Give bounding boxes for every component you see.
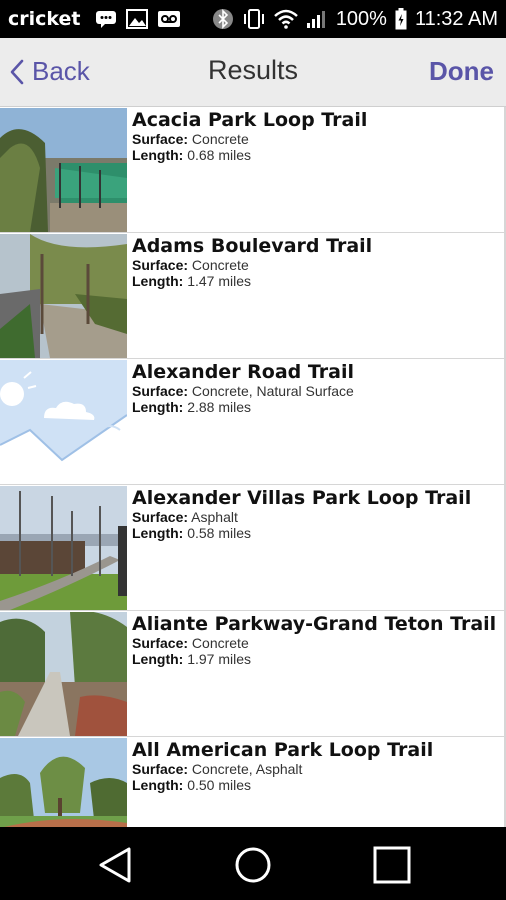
- home-nav-button[interactable]: [233, 845, 273, 885]
- surface-label: Surface:: [132, 635, 189, 651]
- length-value: 0.68 miles: [187, 147, 252, 163]
- length-line: Length: 1.97 miles: [132, 651, 500, 667]
- trail-photo: [0, 108, 127, 232]
- trail-name: Alexander Villas Park Loop Trail: [132, 487, 472, 509]
- results-list: Acacia Park Loop Trail Surface: Concrete…: [0, 107, 506, 827]
- trail-name: Aliante Parkway-Grand Teton Trail: [132, 613, 497, 635]
- trail-name: Alexander Road Trail: [132, 361, 354, 383]
- surface-value: Concrete, Asphalt: [191, 761, 303, 777]
- notification-icons: [95, 9, 181, 29]
- surface-value: Concrete, Natural Surface: [191, 383, 354, 399]
- trail-info: All American Park Loop Trail Surface: Co…: [132, 739, 500, 793]
- length-line: Length: 1.47 miles: [132, 273, 500, 289]
- triangle-back-icon: [99, 847, 131, 883]
- trail-photo-placeholder: [0, 360, 127, 484]
- length-label: Length:: [132, 273, 184, 289]
- length-label: Length:: [132, 399, 184, 415]
- trail-info: Alexander Road Trail Surface: Concrete, …: [132, 361, 500, 415]
- length-value: 0.50 miles: [187, 777, 252, 793]
- clock: 11:32 AM: [414, 7, 498, 30]
- back-nav-button[interactable]: [96, 845, 136, 885]
- surface-line: Surface: Concrete: [132, 131, 500, 147]
- length-line: Length: 0.50 miles: [132, 777, 500, 793]
- navigation-bar: Back Results Done: [0, 38, 506, 107]
- length-label: Length:: [132, 525, 184, 541]
- carrier-name: cricket: [8, 8, 81, 30]
- trail-info: Acacia Park Loop Trail Surface: Concrete…: [132, 109, 500, 163]
- surface-line: Surface: Concrete, Asphalt: [132, 761, 500, 777]
- trail-info: Adams Boulevard Trail Surface: Concrete …: [132, 235, 500, 289]
- square-recents-icon: [373, 846, 411, 884]
- surface-line: Surface: Concrete, Natural Surface: [132, 383, 500, 399]
- circle-home-icon: [235, 847, 271, 883]
- trail-photo: [0, 612, 127, 736]
- surface-value: Concrete: [191, 635, 249, 651]
- length-value: 1.97 miles: [187, 651, 252, 667]
- recents-nav-button[interactable]: [372, 845, 412, 885]
- signal-icon: [306, 11, 325, 28]
- system-navigation-bar: [0, 827, 506, 900]
- length-value: 2.88 miles: [187, 399, 252, 415]
- list-item[interactable]: Acacia Park Loop Trail Surface: Concrete…: [0, 107, 506, 233]
- surface-label: Surface:: [132, 761, 189, 777]
- length-value: 1.47 miles: [187, 273, 252, 289]
- battery-percentage: 100%: [335, 7, 387, 30]
- list-item[interactable]: Adams Boulevard Trail Surface: Concrete …: [0, 233, 506, 359]
- surface-line: Surface: Concrete: [132, 257, 500, 273]
- surface-label: Surface:: [132, 509, 189, 525]
- trail-info: Alexander Villas Park Loop Trail Surface…: [132, 487, 500, 541]
- bluetooth-icon: [212, 9, 233, 29]
- done-button[interactable]: Done: [429, 56, 494, 87]
- length-value: 0.58 miles: [187, 525, 252, 541]
- surface-value: Concrete: [191, 257, 249, 273]
- wifi-icon: [273, 9, 298, 29]
- surface-line: Surface: Concrete: [132, 635, 500, 651]
- length-label: Length:: [132, 651, 184, 667]
- trail-photo: [0, 486, 127, 610]
- battery-icon: [395, 8, 407, 30]
- trail-photo: [0, 234, 127, 358]
- voicemail-icon: [157, 11, 180, 27]
- surface-label: Surface:: [132, 383, 189, 399]
- list-item[interactable]: All American Park Loop Trail Surface: Co…: [0, 737, 506, 827]
- vibrate-icon: [243, 9, 264, 29]
- surface-value: Asphalt: [191, 509, 238, 525]
- surface-line: Surface: Asphalt: [132, 509, 500, 525]
- trail-name: Acacia Park Loop Trail: [132, 109, 368, 131]
- list-item[interactable]: Alexander Villas Park Loop Trail Surface…: [0, 485, 506, 611]
- trail-name: All American Park Loop Trail: [132, 739, 434, 761]
- surface-label: Surface:: [132, 257, 189, 273]
- length-line: Length: 0.68 miles: [132, 147, 500, 163]
- length-line: Length: 0.58 miles: [132, 525, 500, 541]
- list-item[interactable]: Aliante Parkway-Grand Teton Trail Surfac…: [0, 611, 506, 737]
- list-item[interactable]: Alexander Road Trail Surface: Concrete, …: [0, 359, 506, 485]
- trail-photo: [0, 738, 127, 827]
- surface-value: Concrete: [191, 131, 249, 147]
- message-icon: [95, 11, 116, 28]
- surface-label: Surface:: [132, 131, 189, 147]
- status-bar: cricket 100% 11:32 AM: [0, 0, 506, 38]
- length-label: Length:: [132, 777, 184, 793]
- trail-name: Adams Boulevard Trail: [132, 235, 373, 257]
- length-label: Length:: [132, 147, 184, 163]
- trail-info: Aliante Parkway-Grand Teton Trail Surfac…: [132, 613, 500, 667]
- image-icon: [125, 9, 148, 29]
- system-icons: 100% 11:32 AM: [212, 0, 498, 38]
- length-line: Length: 2.88 miles: [132, 399, 500, 415]
